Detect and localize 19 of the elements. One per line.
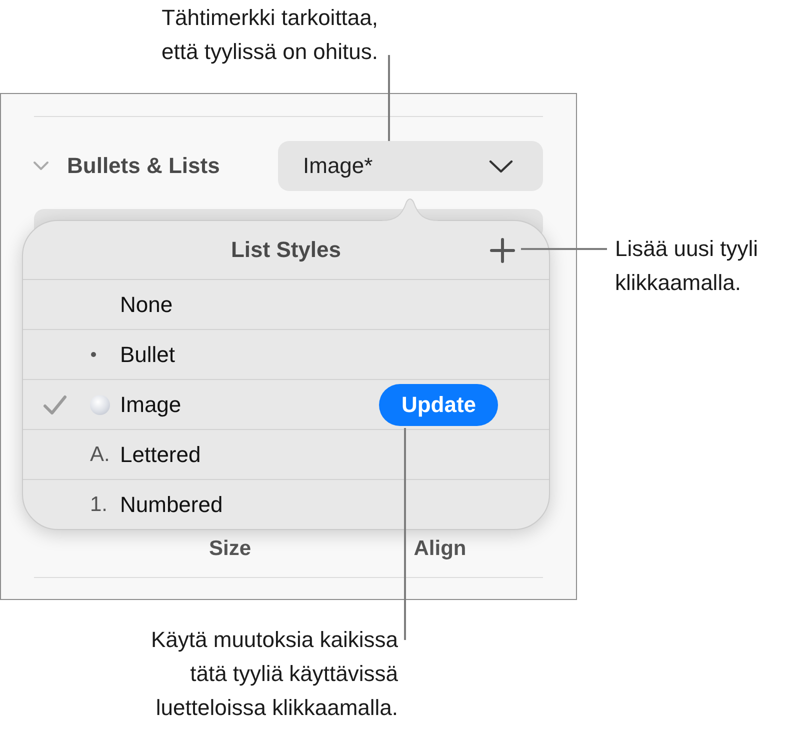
column-label: Align <box>414 537 466 560</box>
bullet-icon <box>91 352 96 357</box>
callout-text: Käytä muutoksia kaikissa tätä tyyliä käyttävissä luetteloissa klikkaamalla. <box>151 626 398 722</box>
list-style-item[interactable]: Bullet <box>23 330 549 380</box>
list-style-item[interactable]: Image Update <box>23 380 549 430</box>
chevron-down-icon <box>489 160 513 172</box>
list-style-item[interactable]: 1. Numbered <box>23 480 549 529</box>
list-marker: A. <box>90 442 110 466</box>
sphere-icon <box>90 394 110 414</box>
style-popup-button[interactable]: Image* <box>278 141 543 191</box>
plus-icon[interactable] <box>490 238 515 262</box>
column-label: Size <box>208 537 252 560</box>
callout-text: Tähtimerkki tarkoittaa, että tyylissä on ohitus. <box>162 4 378 66</box>
callout-text: Lisää uusi tyyli klikkaamalla. <box>615 235 758 297</box>
update-button[interactable]: Update <box>379 384 498 426</box>
popover-title: List Styles <box>230 237 342 263</box>
list-marker: 1. <box>90 492 108 516</box>
list-style-item[interactable]: None <box>23 280 549 330</box>
section-title: Bullets & Lists <box>67 153 220 179</box>
